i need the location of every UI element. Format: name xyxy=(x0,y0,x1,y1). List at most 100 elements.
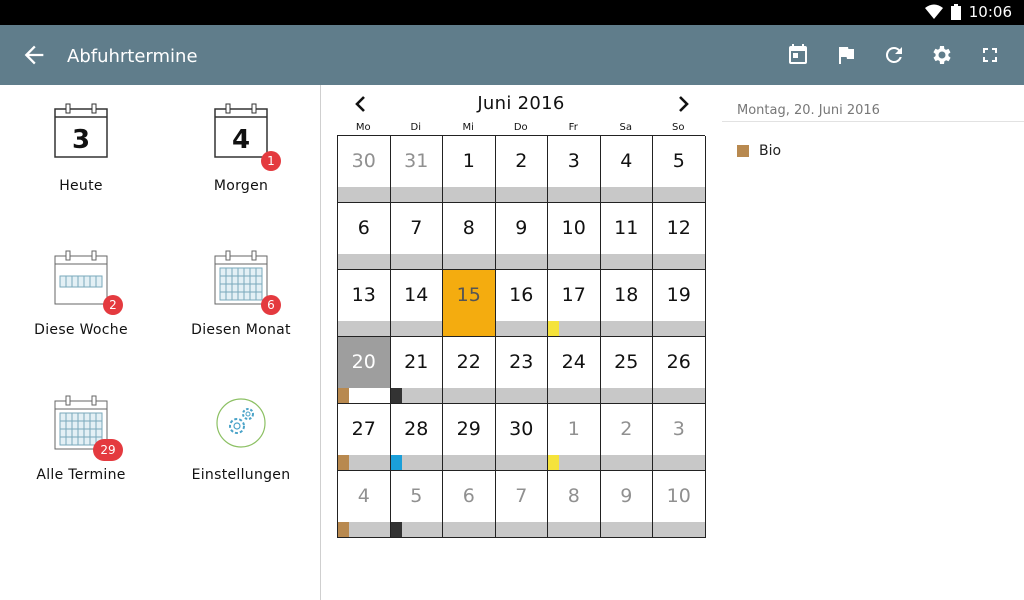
calendar-day[interactable]: 31 xyxy=(390,136,443,203)
event-strip xyxy=(600,254,652,269)
calendar-day[interactable]: 4 xyxy=(338,471,391,538)
calendar-day[interactable]: 10 xyxy=(548,203,601,270)
event-strip xyxy=(548,254,600,269)
calendar-day[interactable]: 13 xyxy=(338,270,391,337)
day-number: 27 xyxy=(351,418,376,440)
day-number: 29 xyxy=(456,418,481,440)
day-number: 9 xyxy=(515,217,528,239)
calendar-day[interactable]: 28 xyxy=(390,404,443,471)
event-strip xyxy=(600,522,652,537)
event-strip xyxy=(390,321,442,336)
day-number: 22 xyxy=(456,351,481,373)
calendar-day[interactable]: 3 xyxy=(548,136,601,203)
day-number: 8 xyxy=(567,485,580,507)
calendar-day[interactable]: 9 xyxy=(495,203,548,270)
tile-label: Diese Woche xyxy=(34,322,128,338)
event-marker xyxy=(548,455,559,470)
event-strip xyxy=(390,187,442,202)
calendar-day[interactable]: 11 xyxy=(600,203,653,270)
weekday-header: Mo Di Mi Do Fr Sa So xyxy=(337,122,705,134)
calendar-day[interactable]: 17 xyxy=(548,270,601,337)
calendar-day-today[interactable]: 15 xyxy=(443,270,496,337)
day-number: 9 xyxy=(620,485,633,507)
calendar-day[interactable]: 18 xyxy=(600,270,653,337)
app-bar: Abfuhrtermine xyxy=(0,25,1024,85)
calendar-day[interactable]: 29 xyxy=(443,404,496,471)
calendar-day[interactable]: 26 xyxy=(653,337,706,404)
calendar-day[interactable]: 4 xyxy=(600,136,653,203)
calendar-day[interactable]: 5 xyxy=(390,471,443,538)
calendar-day[interactable]: 5 xyxy=(653,136,706,203)
day-number: 19 xyxy=(666,284,691,306)
tile-label: Diesen Monat xyxy=(191,322,291,338)
calendar-day[interactable]: 22 xyxy=(443,337,496,404)
calendar-day[interactable]: 9 xyxy=(600,471,653,538)
event-strip xyxy=(443,522,495,537)
calendar-day[interactable]: 2 xyxy=(600,404,653,471)
day-number: 23 xyxy=(509,351,534,373)
event-strip xyxy=(495,388,547,403)
calendar-day[interactable]: 25 xyxy=(600,337,653,404)
event-strip xyxy=(338,321,390,336)
calendar-day[interactable]: 24 xyxy=(548,337,601,404)
calendar-day[interactable]: 30 xyxy=(495,404,548,471)
calendar-day[interactable]: 1 xyxy=(548,404,601,471)
day-number: 21 xyxy=(404,351,429,373)
day-number: 2 xyxy=(620,418,633,440)
tile-diese-woche[interactable]: 2 Diese Woche xyxy=(1,250,161,370)
calendar-day[interactable]: 3 xyxy=(653,404,706,471)
weekday-label: Sa xyxy=(619,122,632,133)
tile-alle-termine[interactable]: 29 Alle Termine xyxy=(1,395,161,515)
chevron-right-icon[interactable] xyxy=(673,94,693,114)
svg-text:3: 3 xyxy=(72,125,90,155)
calendar-today-icon[interactable] xyxy=(786,43,810,67)
weekday-label: So xyxy=(672,122,685,133)
fullscreen-icon[interactable] xyxy=(978,43,1002,67)
calendar-day[interactable]: 21 xyxy=(390,337,443,404)
calendar-month-title: Juni 2016 xyxy=(477,93,565,114)
refresh-icon[interactable] xyxy=(882,43,906,67)
tile-diesen-monat[interactable]: 6 Diesen Monat xyxy=(161,250,321,370)
calendar-day[interactable]: 6 xyxy=(443,471,496,538)
event-strip xyxy=(653,388,705,403)
day-number: 11 xyxy=(614,217,639,239)
day-number: 10 xyxy=(561,217,586,239)
calendar-day-selected[interactable]: 20 xyxy=(338,337,391,404)
calendar-day[interactable]: 7 xyxy=(495,471,548,538)
calendar-day[interactable]: 14 xyxy=(390,270,443,337)
calendar-day[interactable]: 19 xyxy=(653,270,706,337)
calendar-day[interactable]: 10 xyxy=(653,471,706,538)
svg-text:4: 4 xyxy=(232,125,250,155)
day-number: 24 xyxy=(561,351,586,373)
calendar-day[interactable]: 2 xyxy=(495,136,548,203)
calendar-day[interactable]: 8 xyxy=(443,203,496,270)
event-marker xyxy=(390,455,402,470)
tile-morgen[interactable]: 4 1 Morgen xyxy=(161,103,321,223)
calendar-day[interactable]: 23 xyxy=(495,337,548,404)
settings-icon[interactable] xyxy=(930,43,954,67)
calendar-day[interactable]: 6 xyxy=(338,203,391,270)
calendar-day[interactable]: 27 xyxy=(338,404,391,471)
back-arrow-icon[interactable] xyxy=(20,41,48,69)
flag-icon[interactable] xyxy=(834,43,858,67)
calendar-day[interactable]: 8 xyxy=(548,471,601,538)
count-badge: 2 xyxy=(103,295,123,315)
event-marker xyxy=(548,321,559,336)
calendar-day[interactable]: 7 xyxy=(390,203,443,270)
tile-heute[interactable]: 3 Heute xyxy=(1,103,161,223)
day-number: 25 xyxy=(614,351,639,373)
calendar-day[interactable]: 30 xyxy=(338,136,391,203)
tile-einstellungen[interactable]: Einstellungen xyxy=(161,395,321,515)
calendar-day[interactable]: 1 xyxy=(443,136,496,203)
day-number: 13 xyxy=(351,284,376,306)
selected-date: Montag, 20. Juni 2016 xyxy=(737,103,880,118)
event-strip xyxy=(600,187,652,202)
event-strip xyxy=(653,321,705,336)
day-number: 14 xyxy=(404,284,429,306)
calendar-day[interactable]: 16 xyxy=(495,270,548,337)
event-strip xyxy=(495,522,547,537)
calendar-day[interactable]: 12 xyxy=(653,203,706,270)
day-number: 6 xyxy=(462,485,475,507)
event-item[interactable]: Bio xyxy=(737,142,781,160)
event-label: Bio xyxy=(759,143,782,159)
